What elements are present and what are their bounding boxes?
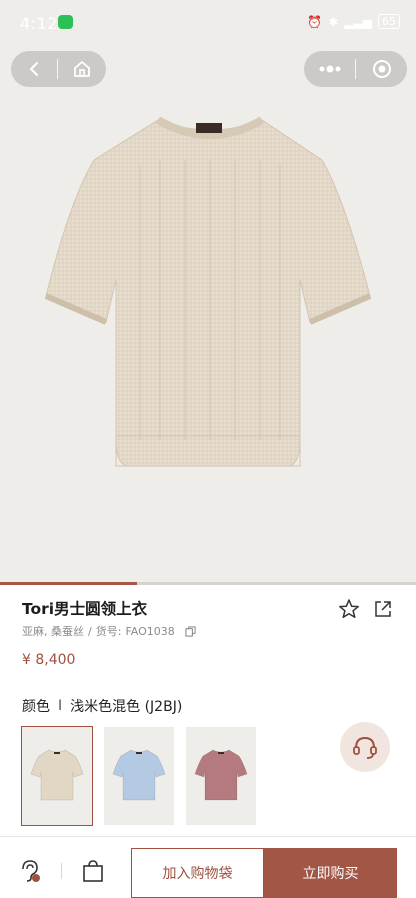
alarm-icon: ⏰ [307,14,323,29]
status-bar: 4:12 ⏰ ✱ ▂▃▅ 65 [0,0,416,44]
back-button[interactable] [11,51,57,87]
close-miniprogram-button[interactable] [356,51,407,87]
sku-label: 货号: [95,625,122,638]
selected-color-name: 浅米色混色 (J2BJ) [70,699,183,715]
add-to-cart-button[interactable]: 加入购物袋 [131,848,264,898]
buy-now-button[interactable]: 立即购买 [264,848,397,898]
bluetooth-icon: ✱ [328,14,339,29]
sweater-illustration [44,116,372,467]
status-indicators: ⏰ ✱ ▂▃▅ 65 [307,14,400,29]
shopping-bag-icon[interactable] [82,859,104,883]
color-swatches [21,726,256,826]
share-icon[interactable] [373,599,393,619]
signal-icon: ▂▃▅ [344,14,372,29]
color-separator: I [58,698,63,714]
swatch-tee-image [194,749,248,801]
nav-capsule [11,51,106,87]
more-dots-icon [319,65,340,73]
copy-icon[interactable] [185,625,196,637]
miniprogram-capsule [304,51,407,87]
image-progress-bar [0,582,416,585]
product-material: 亚麻, 桑蚕丝 [22,625,84,638]
product-meta: 亚麻, 桑蚕丝 / 货号: FAO1038 [22,623,196,639]
home-icon [74,61,90,77]
color-swatch-light-blue[interactable] [104,727,174,825]
customer-service-button[interactable] [340,722,390,772]
bottom-divider [61,863,62,879]
battery-indicator: 65 [378,14,400,29]
headset-icon [353,736,377,759]
more-button[interactable] [304,51,355,87]
target-close-icon [372,60,391,78]
color-selector-label: 颜色 I 浅米色混色 (J2BJ) [22,696,182,716]
wechat-icon [58,15,73,29]
color-swatch-dusty-red[interactable] [186,727,256,825]
color-swatch-beige[interactable] [21,726,93,826]
favorite-star-icon[interactable] [338,598,360,620]
product-price: ¥ 8,400 [22,652,76,668]
ear-service-icon[interactable] [16,857,42,883]
image-progress-fill [0,582,138,585]
swatch-tee-image [112,749,166,801]
swatch-tee-image [30,749,84,801]
product-image[interactable] [0,0,416,584]
meta-separator: / [88,624,92,638]
status-time: 4:12 [20,14,58,33]
bottom-action-bar: 加入购物袋 立即购买 [0,836,416,898]
home-button[interactable] [58,51,106,87]
sku-value: FAO1038 [125,624,175,638]
product-title: Tori男士圆领上衣 [22,600,148,618]
color-label: 颜色 [22,699,50,715]
chevron-left-icon [29,62,38,76]
